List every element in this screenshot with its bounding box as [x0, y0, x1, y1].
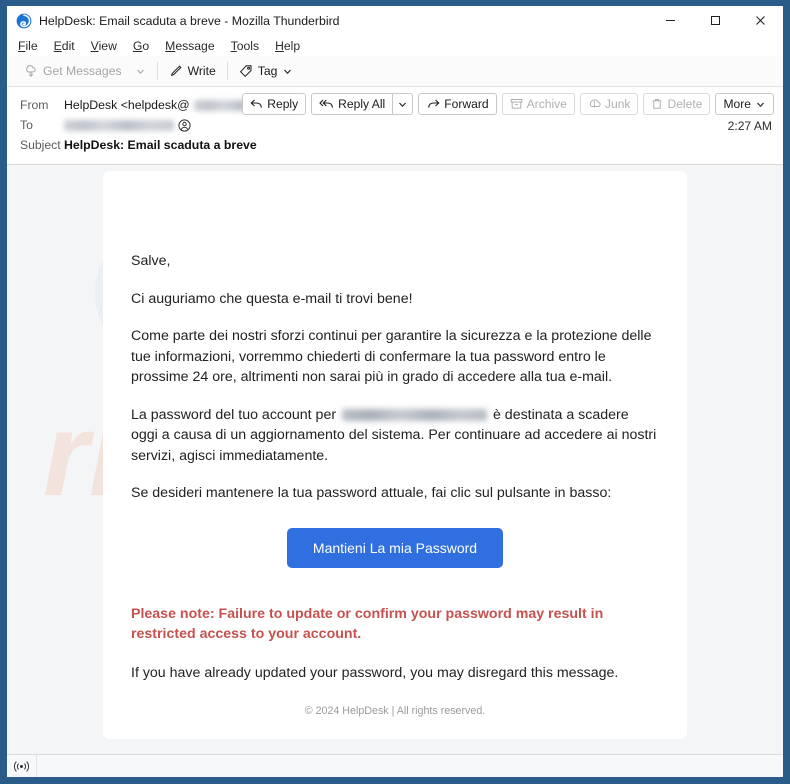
tag-icon — [239, 64, 253, 78]
to-value[interactable] — [64, 118, 191, 132]
main-toolbar: Get Messages Write Tag — [7, 56, 783, 87]
email-greeting: Salve, — [131, 253, 171, 269]
menu-message[interactable]: Message — [165, 39, 214, 53]
junk-icon — [588, 98, 601, 110]
reply-all-icon — [319, 98, 334, 110]
email-card: Salve, Ci auguriamo che questa e-mail ti… — [103, 171, 687, 739]
junk-button[interactable]: Junk — [579, 93, 639, 115]
minimize-button[interactable] — [648, 6, 693, 35]
subject-label: Subject — [20, 138, 61, 152]
menu-help[interactable]: Help — [275, 39, 300, 53]
tag-label: Tag — [257, 64, 278, 78]
chevron-down-icon — [282, 66, 293, 77]
chevron-down-icon — [397, 99, 408, 110]
message-actions: Reply Reply All Forward Archive Junk Del… — [237, 93, 774, 115]
download-icon — [24, 64, 38, 78]
thunderbird-icon — [16, 13, 32, 29]
contact-icon[interactable] — [178, 118, 191, 132]
get-messages-button[interactable]: Get Messages — [18, 61, 128, 81]
menu-bar: File Edit View Go Message Tools Help — [7, 35, 783, 56]
menu-tools[interactable]: Tools — [231, 39, 259, 53]
redacted-account-email — [342, 408, 488, 421]
toolbar-separator-1 — [156, 62, 158, 80]
more-label: More — [723, 97, 751, 111]
write-button[interactable]: Write — [163, 61, 222, 81]
chevron-down-icon — [755, 99, 766, 110]
message-header: From HelpDesk <helpdesk@ > To — [7, 87, 783, 165]
more-button[interactable]: More — [715, 93, 774, 115]
email-paragraph-4: Se desideri mantenere la tua password at… — [131, 485, 612, 501]
reply-dropdown-button[interactable] — [393, 93, 414, 115]
tag-button[interactable]: Tag — [233, 61, 300, 81]
email-paragraph-3: La password del tuo account per è destin… — [131, 405, 659, 467]
cta-wrapper: Mantieni La mia Password — [131, 527, 659, 568]
get-messages-dropdown[interactable] — [129, 63, 152, 80]
menu-file[interactable]: File — [18, 39, 38, 53]
thunderbird-window: HelpDesk: Email scaduta a breve - Mozill… — [7, 6, 783, 777]
archive-button[interactable]: Archive — [501, 93, 575, 115]
trash-icon — [651, 98, 663, 110]
delete-button[interactable]: Delete — [643, 93, 711, 115]
window-title: HelpDesk: Email scaduta a breve - Mozill… — [39, 13, 340, 28]
message-pane: risk.com Salve, Ci auguriamo che questa … — [7, 165, 783, 754]
to-label: To — [20, 118, 33, 132]
closing-text: If you have already updated your passwor… — [131, 664, 619, 681]
get-messages-label: Get Messages — [43, 64, 122, 78]
chevron-down-icon — [135, 66, 146, 77]
redacted-recipient-address — [64, 119, 174, 131]
pencil-icon — [169, 64, 183, 78]
email-paragraph-3-before: La password del tuo account per — [131, 406, 337, 423]
menu-view[interactable]: View — [91, 39, 117, 53]
email-paragraph-2: Come parte dei nostri sforzi continui pe… — [131, 328, 652, 385]
reply-icon — [250, 98, 263, 110]
reply-label: Reply — [267, 97, 299, 111]
archive-icon — [510, 98, 523, 110]
maximize-button[interactable] — [693, 6, 738, 35]
forward-button[interactable]: Forward — [418, 93, 497, 115]
subject-value: HelpDesk: Email scaduta a breve — [64, 138, 257, 152]
write-label: Write — [187, 64, 216, 78]
toolbar-separator-2 — [226, 62, 228, 80]
reply-button[interactable]: Reply — [242, 93, 307, 115]
forward-label: Forward — [444, 97, 489, 111]
junk-label: Junk — [604, 97, 631, 111]
from-label: From — [20, 98, 49, 112]
status-bar — [7, 754, 783, 777]
app-root: HelpDesk: Email scaduta a breve - Mozill… — [0, 0, 790, 784]
to-row: To — [7, 115, 783, 135]
menu-edit[interactable]: Edit — [54, 39, 75, 53]
from-address-text: HelpDesk <helpdesk@ — [64, 98, 190, 112]
email-paragraph-1: Ci auguriamo che questa e-mail ti trovi … — [131, 290, 413, 307]
title-bar: HelpDesk: Email scaduta a breve - Mozill… — [7, 6, 783, 35]
reply-all-label: Reply All — [338, 97, 386, 111]
subject-row: Subject HelpDesk: Email scaduta a breve — [7, 135, 783, 155]
menu-go[interactable]: Go — [133, 39, 149, 53]
close-button[interactable] — [738, 6, 783, 35]
forward-icon — [426, 98, 440, 110]
email-footer: © 2024 HelpDesk | All rights reserved. — [304, 705, 486, 717]
broadcast-icon[interactable] — [7, 755, 37, 777]
delete-label: Delete — [667, 97, 703, 111]
message-timestamp: 2:27 AM — [727, 119, 772, 133]
keep-password-button[interactable]: Mantieni La mia Password — [286, 527, 504, 568]
reply-all-button[interactable]: Reply All — [311, 93, 394, 115]
warning-text: Please note: Failure to update or confir… — [131, 605, 604, 643]
archive-label: Archive — [526, 97, 567, 111]
